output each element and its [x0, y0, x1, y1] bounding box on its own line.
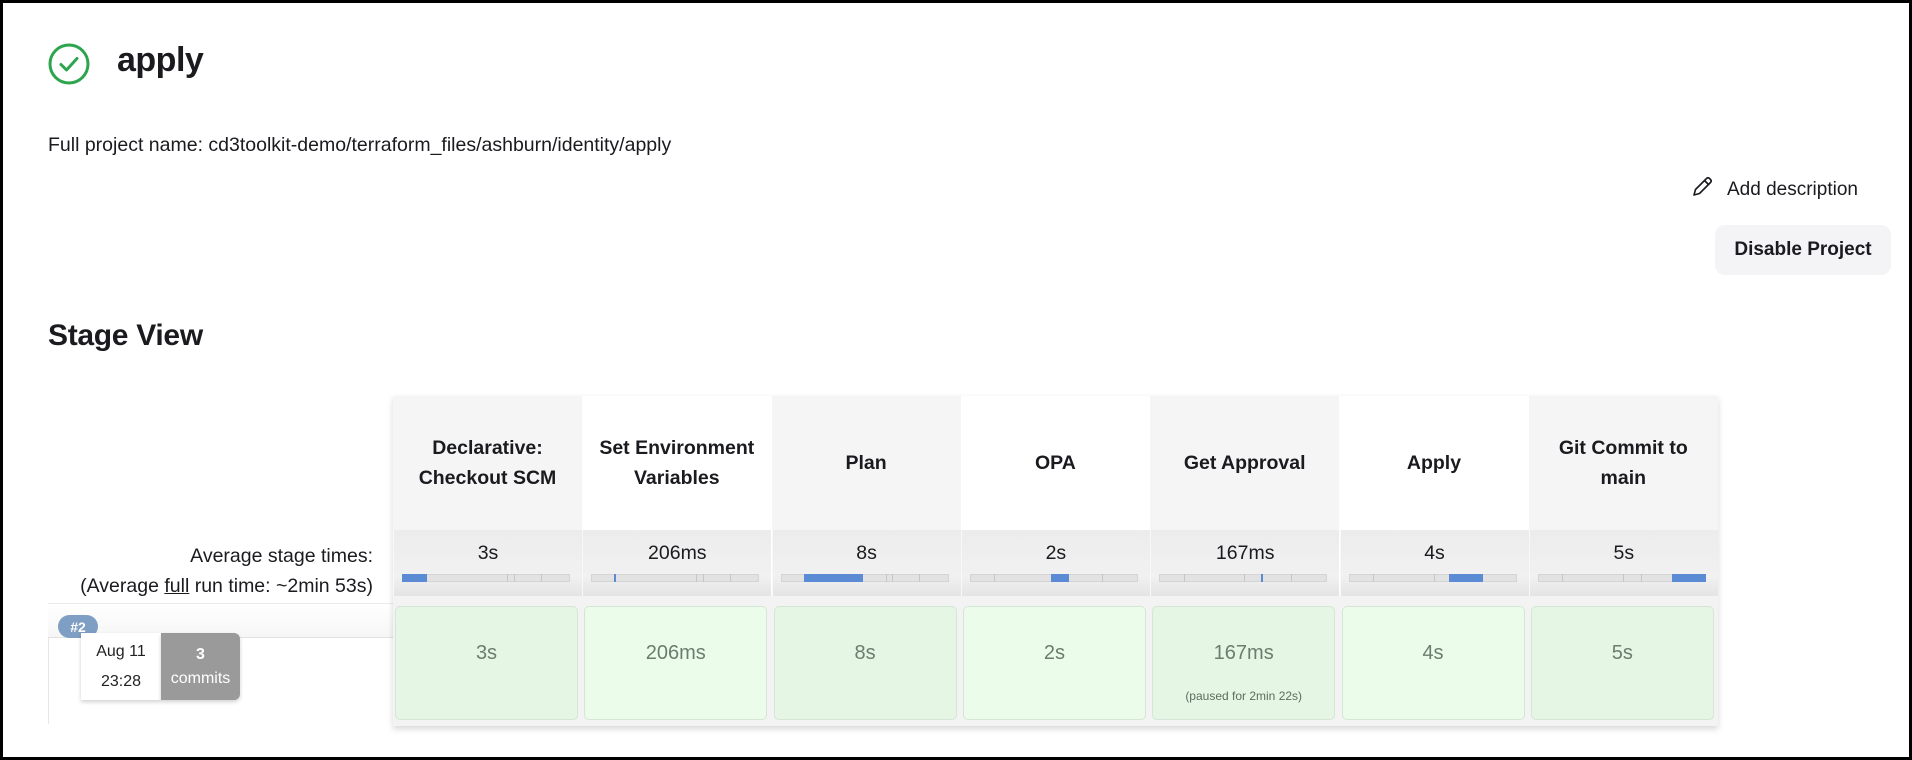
average-stage-times-text: Average stage times:	[190, 545, 373, 567]
stage-column: Set Environment Variables 206ms 206ms	[582, 396, 772, 726]
stage-header: Get Approval	[1150, 396, 1340, 530]
stage-header: Git Commit to main	[1528, 396, 1718, 530]
build-time: 23:28	[100, 672, 142, 690]
stage-note: (paused for 2min 22s)	[1185, 689, 1303, 703]
stage-duration: 167ms	[1213, 642, 1274, 664]
full-project-name: Full project name: cd3toolkit-demo/terra…	[48, 134, 672, 156]
stage-header: Plan	[771, 396, 961, 530]
full-run-link[interactable]: full	[164, 575, 189, 597]
timing-bar-tick	[1101, 574, 1103, 582]
stage-average-cell: 4s	[1339, 530, 1529, 596]
average-full-prefix: (Average	[80, 575, 165, 597]
stage-result-cell[interactable]: 4s	[1341, 606, 1525, 720]
stage-average-cell: 206ms	[582, 530, 772, 596]
timing-bar-tick	[885, 574, 887, 582]
timing-bar-tick	[1373, 574, 1375, 582]
timing-bar-tick	[892, 574, 894, 582]
stage-timing-bar	[1159, 574, 1328, 582]
timing-bar-mark	[614, 574, 617, 582]
stage-timing-bar	[1537, 574, 1706, 582]
stage-header: Declarative: Checkout SCM	[393, 396, 582, 530]
commits-label: commits	[170, 669, 231, 687]
stage-result-cell[interactable]: 2s	[962, 606, 1146, 720]
stage-column: Git Commit to main 5s 5s	[1528, 396, 1718, 726]
timing-bar-tick	[507, 574, 509, 582]
timing-bar-tick	[919, 574, 921, 582]
disable-project-button[interactable]: Disable Project	[1715, 225, 1891, 275]
timing-bar-tick	[696, 574, 698, 582]
stage-view-table: Declarative: Checkout SCM 3s 3s Set Environ…	[393, 396, 1718, 726]
stage-timing-bar	[1348, 574, 1517, 582]
timing-bar-tick	[540, 574, 542, 582]
stage-column: OPA 2s 2s	[960, 396, 1150, 726]
stage-duration: 8s	[854, 642, 876, 664]
build-timestamp: Aug 11 23:28	[81, 633, 161, 700]
stage-timing-bar	[402, 574, 570, 582]
stage-header: Set Environment Variables	[582, 396, 772, 530]
stage-duration: 3s	[475, 642, 498, 664]
timing-bar-tick	[730, 574, 732, 582]
build-commits-button[interactable]: 3 commits	[161, 633, 240, 700]
stage-column: Plan 8s 8s	[771, 396, 961, 726]
timing-bar-tick	[1244, 574, 1246, 582]
timing-bar-fill	[1449, 574, 1483, 582]
stage-column: Declarative: Checkout SCM 3s 3s	[393, 396, 582, 726]
timing-bar-tick	[1183, 574, 1185, 582]
success-check-icon	[47, 42, 91, 86]
stage-average-time: 3s	[477, 542, 499, 564]
commits-count: 3	[196, 645, 205, 663]
stage-average-time: 167ms	[1215, 542, 1275, 564]
stage-view-heading: Stage View	[48, 319, 203, 352]
timing-bar-fill	[804, 574, 863, 582]
stage-average-cell: 167ms	[1150, 530, 1340, 596]
stage-average-time: 5s	[1613, 542, 1635, 564]
stage-average-time: 4s	[1424, 542, 1445, 564]
page-title: apply	[117, 41, 204, 79]
average-stage-times-label: Average stage times: (Average full run t…	[63, 541, 373, 601]
timing-bar-tick	[513, 574, 515, 582]
pencil-icon	[1689, 174, 1715, 206]
stage-average-cell: 8s	[771, 530, 961, 596]
stage-timing-bar	[969, 574, 1138, 582]
stage-timing-bar	[780, 574, 949, 582]
stage-header: Apply	[1339, 396, 1529, 530]
timing-bar-tick	[1641, 574, 1643, 582]
stage-column: Get Approval 167ms 167ms (paused for 2min 2…	[1150, 396, 1340, 726]
average-full-suffix: run time: ~2min 53s)	[189, 575, 373, 597]
timing-bar-tick	[703, 574, 705, 582]
stage-header: OPA	[960, 396, 1150, 530]
stage-column: Apply 4s 4s	[1339, 396, 1529, 726]
stage-result-cell[interactable]: 3s	[395, 606, 578, 720]
stage-duration: 5s	[1611, 642, 1633, 664]
average-full-run-time: (Average full run time: ~2min 53s)	[63, 571, 373, 601]
stage-duration: 4s	[1422, 642, 1444, 664]
timing-bar-tick	[1291, 574, 1293, 582]
stage-result-cell[interactable]: 5s	[1530, 606, 1714, 720]
stage-average-cell: 2s	[960, 530, 1150, 596]
timing-bar-fill	[402, 574, 428, 582]
stage-timing-bar	[591, 574, 760, 582]
stage-average-time: 8s	[856, 542, 877, 564]
add-description-label: Add description	[1727, 179, 1858, 200]
stage-average-cell: 5s	[1528, 530, 1718, 596]
stage-average-time: 206ms	[648, 542, 707, 564]
build-date: Aug 11	[96, 642, 146, 660]
add-description-link[interactable]: Add description	[1689, 174, 1858, 206]
stage-result-cell[interactable]: 206ms	[584, 606, 768, 720]
timing-bar-mark	[1260, 574, 1263, 582]
timing-bar-tick	[994, 574, 996, 582]
stage-duration: 2s	[1043, 642, 1065, 664]
timing-bar-tick	[1562, 574, 1564, 582]
stage-result-cell[interactable]: 167ms (paused for 2min 22s)	[1152, 606, 1336, 720]
stage-result-cell[interactable]: 8s	[773, 606, 957, 720]
stage-average-cell: 3s	[393, 530, 582, 596]
timing-bar-tick	[1433, 574, 1435, 582]
timing-bar-fill	[1050, 574, 1069, 582]
timing-bar-fill	[1672, 574, 1706, 582]
stage-average-time: 2s	[1045, 542, 1067, 564]
stage-duration: 206ms	[645, 642, 706, 664]
timing-bar-tick	[1622, 574, 1624, 582]
